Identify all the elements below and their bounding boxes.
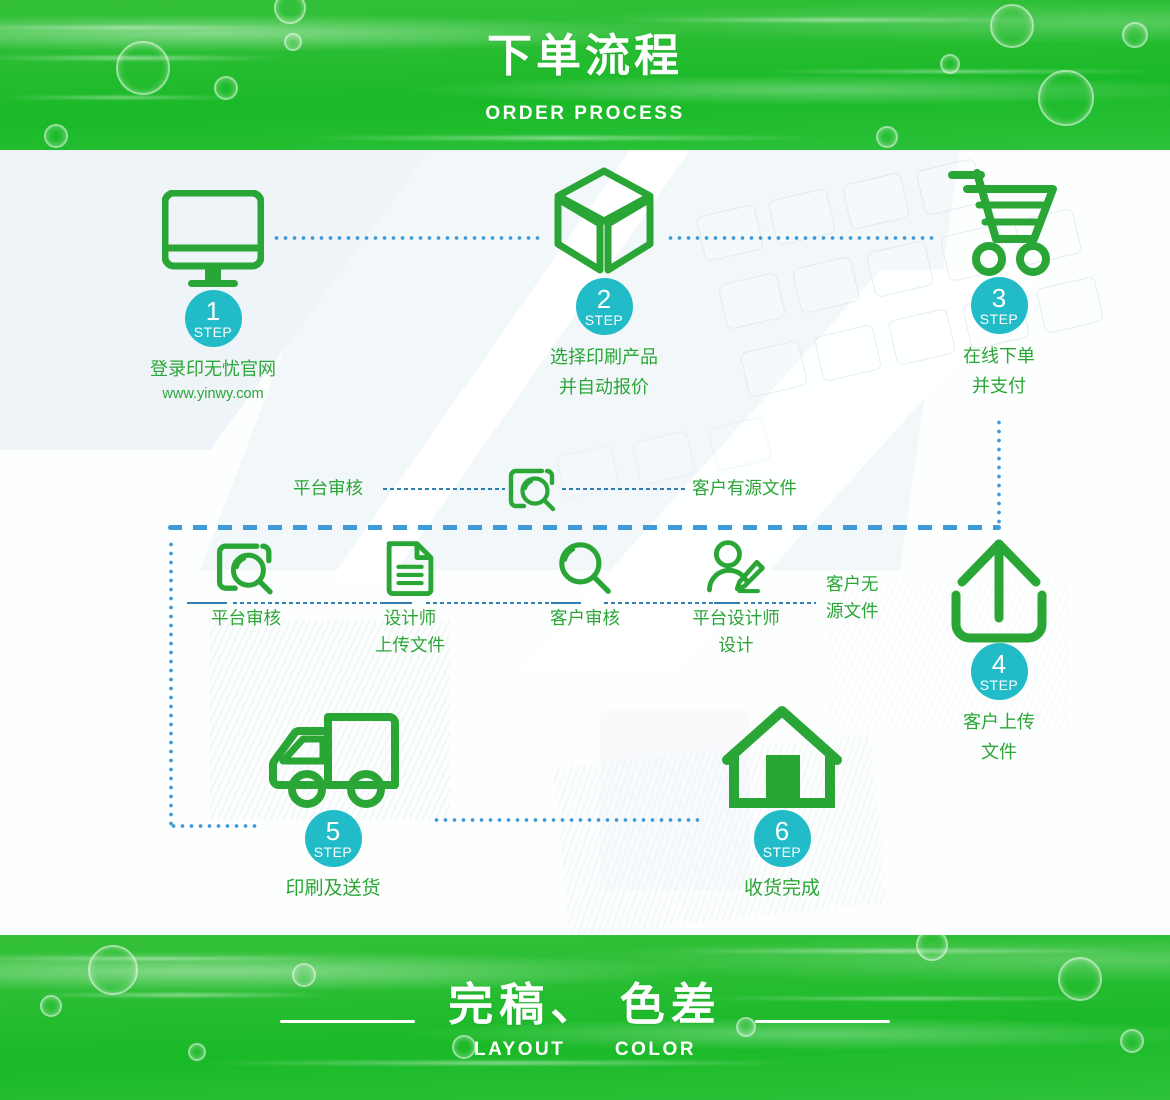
step-4[interactable]: 4 STEP 客户上传 文件 [899, 533, 1099, 767]
step-caption-line-1: 收货完成 [743, 878, 820, 899]
step-url[interactable]: www.yinwy.com [113, 384, 313, 404]
step-badge-1: 1 STEP [184, 290, 242, 347]
upload-icon [899, 533, 1099, 643]
branch-node-designer-upload[interactable]: 设计师 上传文件 [350, 535, 470, 655]
step-6[interactable]: 6 STEP 收货完成 [682, 695, 882, 904]
connector-step3-to-step4 [997, 418, 1001, 526]
branch-underline-2 [380, 602, 412, 604]
branch-underline-3 [551, 602, 581, 604]
step-5[interactable]: 5 STEP 印刷及送货 [233, 695, 433, 904]
branch-label-platform-review: 平台审核 [293, 478, 363, 498]
footer-title-en-left: LAYOUT [473, 1039, 566, 1060]
document-search-icon [186, 535, 306, 597]
box-3d-icon [504, 167, 704, 278]
branch-node-link-2-3 [426, 602, 549, 604]
branch-node-caption-line-2: 设计 [718, 635, 754, 655]
step-number: 3 [991, 283, 1007, 313]
step-word: STEP [313, 844, 353, 860]
step-caption-line-2: 并支付 [972, 376, 1026, 396]
branch-node-caption-line-1: 设计师 [383, 608, 437, 628]
branch-node-link-3-4 [604, 602, 714, 604]
branch-divider-dashed [168, 525, 1001, 530]
branch-node-link-1-2 [233, 602, 379, 604]
step-badge-4: 4 STEP [970, 643, 1028, 700]
document-lines-icon [350, 535, 470, 597]
step-number: 6 [774, 816, 790, 846]
branch-node-platform-designer[interactable]: 平台设计师 设计 [676, 535, 796, 655]
branch-line-right [562, 488, 686, 490]
step-badge-6: 6 STEP [753, 810, 811, 867]
connector-step2-to-step3 [666, 236, 936, 240]
footer-banner: 完稿、 色差 LAYOUT COLOR [0, 935, 1170, 1100]
branch-node-link-4-end [744, 602, 816, 604]
branch-line-left [383, 488, 505, 490]
step-number: 5 [325, 816, 341, 846]
order-process-infographic: 下单流程 ORDER PROCESS 1 STEP 登录印无忧官网 www.yi… [0, 0, 1170, 1100]
connector-step5-to-step6 [432, 818, 699, 822]
step-caption-line-1: 登录印无忧官网 [150, 359, 276, 379]
step-caption-line-1: 在线下单 [963, 346, 1035, 366]
step-badge-5: 5 STEP [304, 810, 362, 867]
process-canvas: 1 STEP 登录印无忧官网 www.yinwy.com 2 STEP 选择印刷… [0, 150, 1170, 935]
footer-title-cn: 完稿、 色差 [448, 979, 722, 1030]
step-1[interactable]: 1 STEP 登录印无忧官网 www.yinwy.com [113, 180, 313, 404]
truck-icon [233, 695, 433, 810]
header-title-en: ORDER PROCESS [485, 103, 685, 124]
document-search-icon [508, 467, 558, 513]
monitor-icon [113, 180, 313, 290]
branch-node-caption: 平台审核 [211, 608, 281, 628]
step-number: 2 [596, 284, 612, 314]
branch-node-caption: 客户审核 [550, 608, 620, 628]
branch-node-caption-line-2: 上传文件 [375, 635, 445, 655]
branch-label-customer-has-source: 客户有源文件 [692, 478, 797, 498]
branch-left-vertical-dotted [169, 540, 173, 826]
step-word: STEP [979, 311, 1019, 327]
house-icon [682, 695, 882, 810]
footer-title-en-right: COLOR [614, 1039, 697, 1060]
step-number: 4 [991, 649, 1007, 679]
step-word: STEP [193, 324, 233, 340]
branch-node-caption-line-1: 平台设计师 [692, 608, 780, 628]
magnifier-icon [525, 535, 645, 597]
shopping-cart-icon [899, 162, 1099, 277]
step-3[interactable]: 3 STEP 在线下单 并支付 [899, 162, 1099, 401]
step-caption-line-1: 印刷及送货 [285, 878, 381, 899]
step-caption-line-2: 并自动报价 [559, 377, 649, 397]
step-caption-line-2: 文件 [981, 742, 1017, 762]
step-word: STEP [979, 677, 1019, 693]
branch-node-customer-review[interactable]: 客户审核 [525, 535, 645, 628]
header-title-cn: 下单流程 [486, 30, 683, 81]
step-2[interactable]: 2 STEP 选择印刷产品 并自动报价 [504, 167, 704, 402]
step-word: STEP [584, 312, 624, 328]
step-caption-line-1: 选择印刷产品 [550, 347, 658, 367]
designer-pen-icon [676, 535, 796, 597]
branch-underline-4 [714, 602, 740, 604]
step-badge-3: 3 STEP [970, 277, 1028, 334]
step-badge-2: 2 STEP [575, 278, 633, 335]
footer-title-en: LAYOUT COLOR [0, 1039, 1170, 1061]
branch-node-platform-review[interactable]: 平台审核 [186, 535, 306, 628]
header-banner: 下单流程 ORDER PROCESS [0, 0, 1170, 150]
step-word: STEP [762, 844, 802, 860]
branch-underline-1 [187, 602, 227, 604]
step-caption-line-1: 客户上传 [963, 712, 1035, 732]
step-number: 1 [205, 296, 221, 326]
